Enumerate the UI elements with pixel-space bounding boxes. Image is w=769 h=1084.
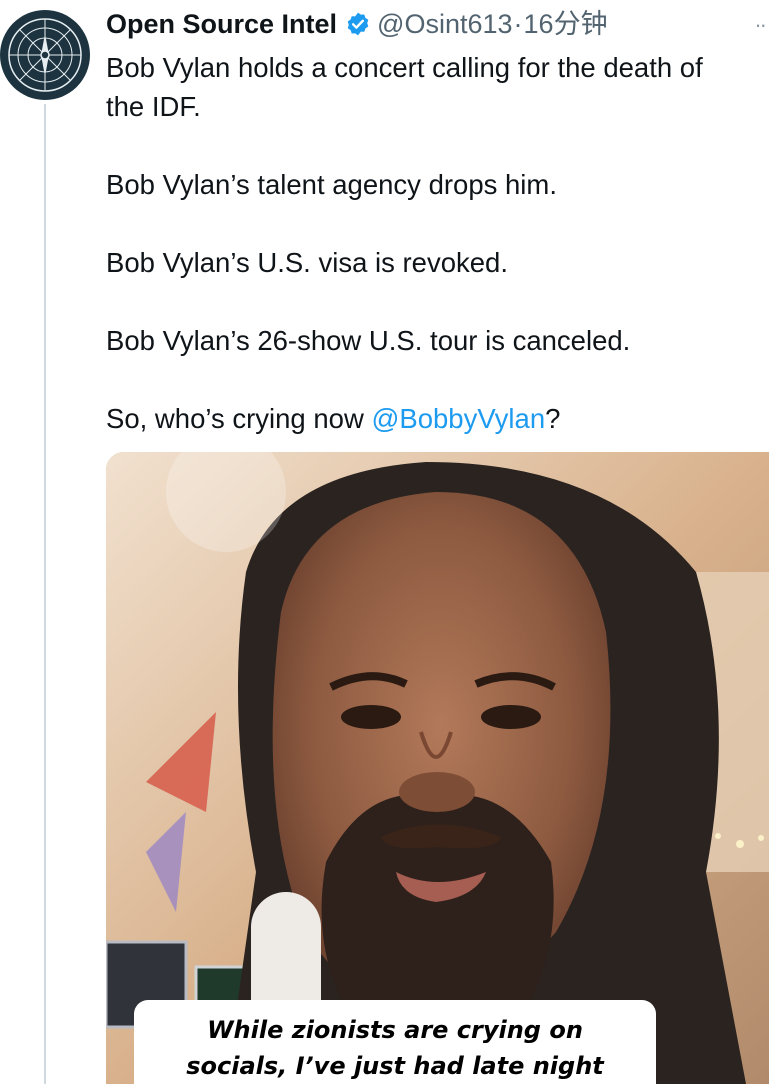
avatar-column [0,0,96,1084]
media-image[interactable] [106,452,769,1084]
tweet-text: Bob Vylan holds a concert calling for th… [106,48,769,438]
thread-line [44,104,46,1084]
display-name[interactable]: Open Source Intel [106,0,337,48]
tweet-line: Bob Vylan’s 26-show U.S. tour is cancele… [106,325,631,356]
tweet-line-last: So, who’s crying now @BobbyVylan? [106,399,769,438]
tweet-line: Bob Vylan holds a concert calling for th… [106,52,703,83]
user-handle[interactable]: @Osint613 [377,0,512,48]
tweet[interactable]: Open Source Intel @Osint613 · 16分钟 ·· Bo… [0,0,769,1084]
mention-link[interactable]: @BobbyVylan [371,403,545,434]
tweet-end-punct: ? [545,403,561,434]
tweet-content: Open Source Intel @Osint613 · 16分钟 ·· Bo… [106,0,769,438]
compass-logo-icon [1,11,89,99]
separator-dot: · [513,9,523,39]
more-options-icon[interactable]: ·· [754,12,767,38]
avatar[interactable] [0,10,90,100]
tweet-line: Bob Vylan’s U.S. visa is revoked. [106,247,508,278]
verified-badge-icon [345,11,371,37]
tweet-line: So, who’s crying now [106,403,372,434]
timestamp[interactable]: 16分钟 [524,0,608,48]
photo-portrait [106,452,769,1084]
tweet-line: the IDF. [106,91,201,122]
caption-line: While zionists are crying on [207,1016,583,1044]
tweet-header: Open Source Intel @Osint613 · 16分钟 [106,0,769,48]
video-caption: While zionists are crying on socials, I’… [134,1000,656,1084]
tweet-line: Bob Vylan’s talent agency drops him. [106,169,557,200]
caption-line: socials, I’ve just had late night [186,1052,604,1080]
